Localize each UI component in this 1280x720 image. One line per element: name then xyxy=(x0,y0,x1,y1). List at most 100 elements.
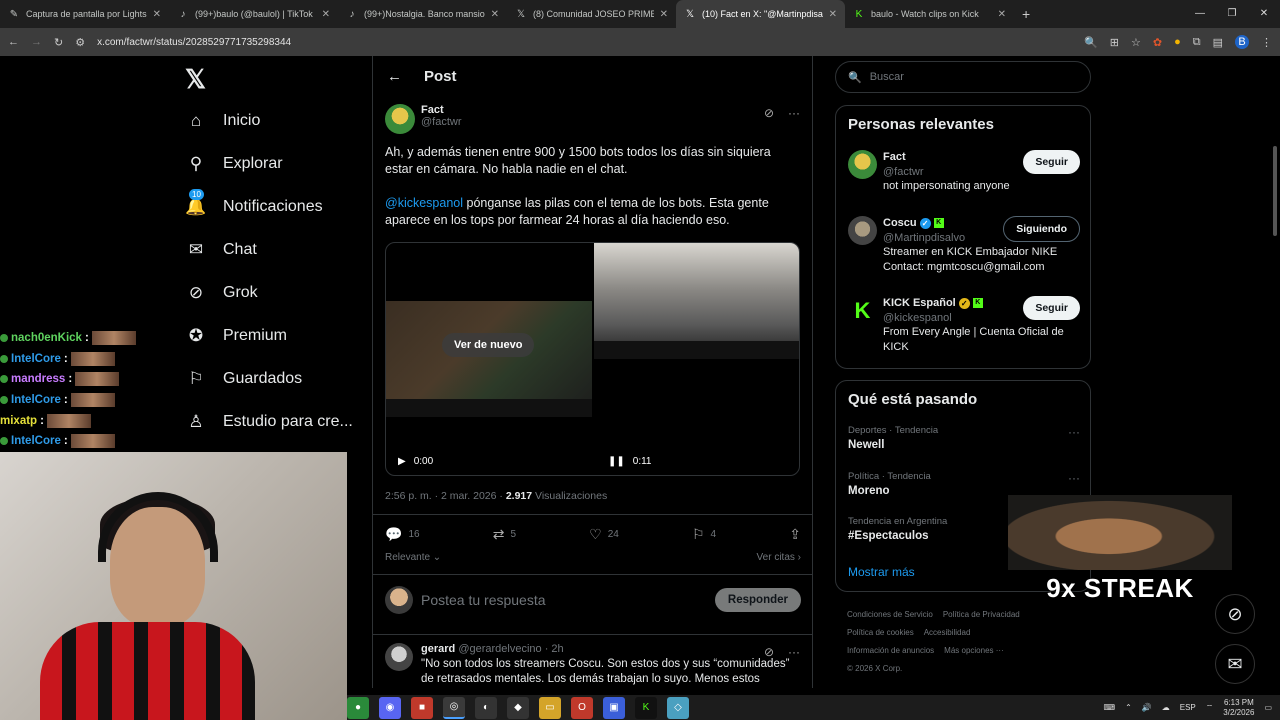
play-icon[interactable]: ▶ xyxy=(398,456,406,467)
footer-link[interactable]: Más opciones ··· xyxy=(944,646,1004,655)
close-icon[interactable]: ✕ xyxy=(998,9,1006,20)
close-icon[interactable]: ✕ xyxy=(829,9,837,20)
footer-link[interactable]: Política de Privacidad xyxy=(943,610,1020,619)
reply-input[interactable]: Postea tu respuesta xyxy=(421,592,707,608)
trend-item[interactable]: Política · Tendencia Moreno ··· xyxy=(848,471,1080,497)
extension-icon[interactable]: ✿ xyxy=(1153,36,1162,49)
footer-link[interactable]: Política de cookies xyxy=(847,628,914,637)
obs-icon[interactable]: ◐ xyxy=(475,696,497,719)
close-icon[interactable]: ✕ xyxy=(660,9,668,20)
chrome-icon[interactable]: ◎ xyxy=(443,696,465,719)
folder-icon[interactable]: ▭ xyxy=(539,696,561,719)
volume-icon[interactable]: 🔊 xyxy=(1142,703,1152,712)
footer-link[interactable]: Condiciones de Servicio xyxy=(847,610,933,619)
reply-author-handle[interactable]: @gerardelvecino xyxy=(458,643,541,655)
nav-item-chat[interactable]: ✉ Chat xyxy=(185,239,257,261)
footer-link[interactable]: Información de anuncios xyxy=(847,646,934,655)
follow-button[interactable]: Seguir xyxy=(1023,296,1080,320)
more-icon[interactable]: ··· xyxy=(1068,471,1080,485)
browser-tab[interactable]: ♪ (99+)Nostalgia. Banco mansion ✕ xyxy=(338,0,507,28)
sidepanel-icon[interactable]: ▤ xyxy=(1213,36,1223,49)
follow-button[interactable]: Siguiendo xyxy=(1003,216,1080,242)
person-item[interactable]: Coscu ✓ K @Martinpdisalvo Streamer en KICK… xyxy=(848,216,1080,274)
browser-tab[interactable]: ✎ Captura de pantalla por Lightsh ✕ xyxy=(0,0,169,28)
reply-button[interactable]: Responder xyxy=(714,588,801,612)
kick-icon[interactable]: K xyxy=(635,696,657,719)
reply-author-name[interactable]: gerard xyxy=(421,643,455,655)
trend-item[interactable]: Deportes · Tendencia Newell ··· xyxy=(848,425,1080,451)
star-icon[interactable]: ☆ xyxy=(1131,36,1141,49)
mention-link[interactable]: @kickespanol xyxy=(385,196,463,210)
nav-item-inicio[interactable]: ⌂ Inicio xyxy=(185,110,261,132)
opera-icon[interactable]: O xyxy=(571,696,593,719)
post-timestamp[interactable]: 2:56 p. m. · 2 mar. 2026 · xyxy=(385,490,506,502)
profile-avatar[interactable]: B xyxy=(1235,35,1249,49)
more-icon[interactable]: ··· xyxy=(1068,425,1080,439)
chevron-up-icon[interactable]: ⌃ xyxy=(1125,703,1132,712)
pause-icon[interactable]: ❚❚ xyxy=(608,456,625,467)
nav-item-notificaciones[interactable]: 🔔 10 Notificaciones xyxy=(185,189,323,218)
post-author[interactable]: Fact @factwr xyxy=(385,104,462,134)
app-icon[interactable]: ◇ xyxy=(667,696,689,719)
close-icon[interactable]: ✕ xyxy=(491,9,499,20)
browser-tab[interactable]: ♪ (99+)baulo (@baulol) | TikTok ✕ xyxy=(169,0,338,28)
page-scrollbar[interactable] xyxy=(1271,56,1280,688)
nav-item-guardados[interactable]: ⚐ Guardados xyxy=(185,368,302,390)
view-quotes-link[interactable]: Ver citas › xyxy=(757,552,801,563)
wifi-icon[interactable]: ⌔ xyxy=(1206,703,1214,713)
back-icon[interactable]: ← xyxy=(8,36,19,48)
close-window-button[interactable]: ✕ xyxy=(1248,0,1280,28)
puzzle-icon[interactable]: ⧉ xyxy=(1193,36,1201,49)
site-info-icon[interactable]: ⚙ xyxy=(75,36,85,49)
app-icon[interactable]: ▣ xyxy=(603,696,625,719)
video-player[interactable]: Ver de nuevo ▶ 0:00 ❚❚ 0:11 xyxy=(385,242,800,476)
back-arrow-icon[interactable]: ← xyxy=(387,68,402,85)
clock[interactable]: 6:13 PM 3/2/2026 xyxy=(1223,698,1254,718)
search-input[interactable]: 🔍 Buscar xyxy=(835,61,1091,93)
repost-action[interactable]: ⇄ 5 xyxy=(493,526,516,543)
person-name[interactable]: Fact xyxy=(883,150,906,165)
browser-tab[interactable]: 𝕏 (10) Fact en X: "@Martinpdisalv ✕ xyxy=(676,0,845,28)
keyboard-icon[interactable]: ⌨ xyxy=(1104,703,1116,712)
app-icon[interactable]: ■ xyxy=(411,696,433,719)
person-name[interactable]: KICK Español xyxy=(883,296,956,311)
reload-icon[interactable]: ↻ xyxy=(54,36,63,49)
close-icon[interactable]: ✕ xyxy=(153,9,161,20)
person-item[interactable]: K KICK Español ✓ K @kickespanol From Every… xyxy=(848,296,1080,354)
messages-fab-icon[interactable]: ✉ xyxy=(1215,644,1255,684)
nav-item-grok[interactable]: ⊘ Grok xyxy=(185,282,258,304)
menu-icon[interactable]: ⋮ xyxy=(1261,36,1272,49)
language-indicator[interactable]: ESP xyxy=(1180,703,1196,712)
person-name[interactable]: Coscu xyxy=(883,216,917,231)
steam-icon[interactable]: ◆ xyxy=(507,696,529,719)
grok-icon[interactable]: ⊘ xyxy=(764,645,774,659)
nav-item-explorar[interactable]: ⚲ Explorar xyxy=(185,153,283,175)
reply-item[interactable]: gerard @gerardelvecino · 2h "No son todo… xyxy=(385,643,805,687)
chrome-icon[interactable]: ● xyxy=(1174,36,1181,48)
notification-icon[interactable]: ▭ xyxy=(1264,703,1272,712)
follow-button[interactable]: Seguir xyxy=(1023,150,1080,174)
author-handle[interactable]: @factwr xyxy=(421,116,462,128)
browser-tab[interactable]: Kbaulo - Watch clips on Kick ✕ xyxy=(845,0,1014,28)
bookmark-action[interactable]: ⚐ 4 xyxy=(692,526,716,543)
zoom-icon[interactable]: 🔍 xyxy=(1084,36,1098,49)
url-field[interactable]: x.com/factwr/status/2028529771735298344 xyxy=(97,37,1072,48)
minimize-button[interactable]: — xyxy=(1184,0,1216,28)
share-action[interactable]: ⇪ xyxy=(789,526,801,543)
reply-action[interactable]: 💬 16 xyxy=(385,526,420,543)
person-item[interactable]: Fact @factwr not impersonating anyone Se… xyxy=(848,150,1080,194)
nav-item-premium[interactable]: ✪ Premium xyxy=(185,325,287,347)
footer-link[interactable]: © 2026 X Corp. xyxy=(847,664,902,673)
maximize-button[interactable]: ❐ xyxy=(1216,0,1248,28)
x-logo-icon[interactable]: 𝕏 xyxy=(185,64,206,95)
show-more-link[interactable]: Mostrar más xyxy=(848,565,915,579)
avatar[interactable] xyxy=(385,643,413,671)
discord-icon[interactable]: ◉ xyxy=(379,696,401,719)
avatar[interactable] xyxy=(385,104,415,134)
footer-link[interactable]: Accesibilidad xyxy=(924,628,971,637)
grok-icon[interactable]: ⊘ xyxy=(764,106,774,120)
author-name[interactable]: Fact xyxy=(421,104,462,116)
install-icon[interactable]: ⊞ xyxy=(1110,36,1119,49)
more-icon[interactable]: ··· xyxy=(788,106,800,120)
spotify-icon[interactable]: ● xyxy=(347,696,369,719)
